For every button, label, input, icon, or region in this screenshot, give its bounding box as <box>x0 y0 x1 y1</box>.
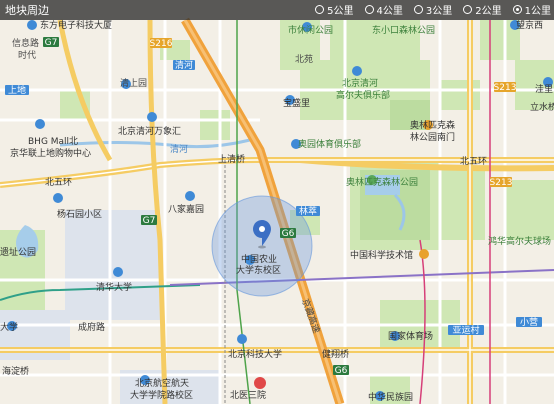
svg-text:S213: S213 <box>494 83 517 93</box>
radius-option-3km[interactable]: 3公里 <box>413 2 452 17</box>
svg-text:立水桥: 立水桥 <box>530 101 554 113</box>
radio-button[interactable] <box>315 5 325 14</box>
svg-text:东小口森林公园: 东小口森林公园 <box>372 24 435 36</box>
radio-button[interactable] <box>413 5 423 14</box>
svg-text:清上园: 清上园 <box>120 77 147 89</box>
svg-text:宝盛里: 宝盛里 <box>283 97 310 109</box>
radius-option-4km[interactable]: 4公里 <box>364 2 403 17</box>
svg-text:北京科技大学: 北京科技大学 <box>228 348 282 360</box>
svg-text:G6: G6 <box>282 229 295 239</box>
svg-text:清河: 清河 <box>170 143 188 155</box>
svg-text:清河: 清河 <box>175 59 193 71</box>
svg-text:S213: S213 <box>490 178 513 188</box>
radius-option-1km[interactable]: 1公里 <box>512 2 551 17</box>
svg-text:时代: 时代 <box>18 49 36 61</box>
svg-text:中华民族园: 中华民族园 <box>368 391 413 403</box>
svg-text:鸿华高尔夫球场: 鸿华高尔夫球场 <box>488 235 551 247</box>
svg-text:杨石园小区: 杨石园小区 <box>57 208 102 220</box>
svg-text:北五环: 北五环 <box>45 177 72 188</box>
svg-text:信息路: 信息路 <box>12 37 39 49</box>
svg-text:小营: 小营 <box>520 316 538 328</box>
svg-text:北京清河万象汇: 北京清河万象汇 <box>118 125 181 137</box>
svg-text:奥园体育俱乐部: 奥园体育俱乐部 <box>298 138 361 150</box>
svg-text:中国农业: 中国农业 <box>241 253 277 265</box>
svg-text:清华大学: 清华大学 <box>96 281 132 293</box>
svg-text:健翔桥: 健翔桥 <box>322 348 349 360</box>
svg-text:京华联上地购物中心: 京华联上地购物中心 <box>10 147 91 159</box>
svg-text:S216: S216 <box>150 39 173 49</box>
svg-text:大学学院路校区: 大学学院路校区 <box>130 389 193 401</box>
svg-text:上地: 上地 <box>8 84 26 96</box>
svg-text:市休闲公园: 市休闲公园 <box>288 24 333 36</box>
radius-option-2km[interactable]: 2公里 <box>463 2 502 17</box>
radio-button[interactable] <box>463 5 473 14</box>
radio-button[interactable] <box>364 5 374 14</box>
svg-text:北苑: 北苑 <box>295 53 313 65</box>
svg-text:北京航空航天: 北京航空航天 <box>135 377 189 389</box>
svg-text:遗址公园: 遗址公园 <box>0 246 36 258</box>
svg-text:林公园南门: 林公园南门 <box>410 131 455 143</box>
svg-text:成府路: 成府路 <box>78 321 105 333</box>
svg-text:奥林匹克森: 奥林匹克森 <box>410 119 455 131</box>
svg-text:东方电子科技大厦: 东方电子科技大厦 <box>40 19 112 31</box>
svg-text:林萃: 林萃 <box>299 205 317 217</box>
svg-text:望京西: 望京西 <box>516 19 543 31</box>
svg-text:大学东校区: 大学东校区 <box>236 264 281 276</box>
svg-text:高尔夫俱乐部: 高尔夫俱乐部 <box>336 89 390 101</box>
radio-button[interactable] <box>512 5 522 14</box>
svg-text:G7: G7 <box>45 38 58 48</box>
svg-text:海淀桥: 海淀桥 <box>2 365 29 377</box>
radius-option-5km[interactable]: 5公里 <box>315 2 354 17</box>
svg-text:国家体育场: 国家体育场 <box>388 330 433 342</box>
radius-selector: 5公里 4公里 3公里 2公里 1公里 <box>304 2 551 17</box>
svg-text:G7: G7 <box>143 216 156 226</box>
svg-text:上清桥: 上清桥 <box>218 153 245 165</box>
map-canvas[interactable]: G7 S216 S213 S213 G7 G6 G6 清河 上地 林萃 亚运村 … <box>0 0 554 404</box>
svg-text:亚运村: 亚运村 <box>452 324 479 336</box>
svg-text:北五环: 北五环 <box>460 156 487 167</box>
svg-text:大学: 大学 <box>0 321 18 333</box>
top-bar: 地块周边 5公里 4公里 3公里 2公里 1公里 <box>0 0 554 20</box>
svg-text:北医三院: 北医三院 <box>230 389 266 401</box>
svg-text:奥林匹克森林公园: 奥林匹克森林公园 <box>346 176 418 188</box>
svg-text:G6: G6 <box>335 366 348 376</box>
svg-text:BHG Mall北: BHG Mall北 <box>28 136 78 147</box>
svg-text:北京清河: 北京清河 <box>342 77 378 89</box>
svg-text:中国科学技术馆: 中国科学技术馆 <box>350 249 413 261</box>
panel-title: 地块周边 <box>5 4 49 17</box>
svg-text:八家嘉园: 八家嘉园 <box>168 203 204 215</box>
svg-text:洼里: 洼里 <box>535 83 553 95</box>
